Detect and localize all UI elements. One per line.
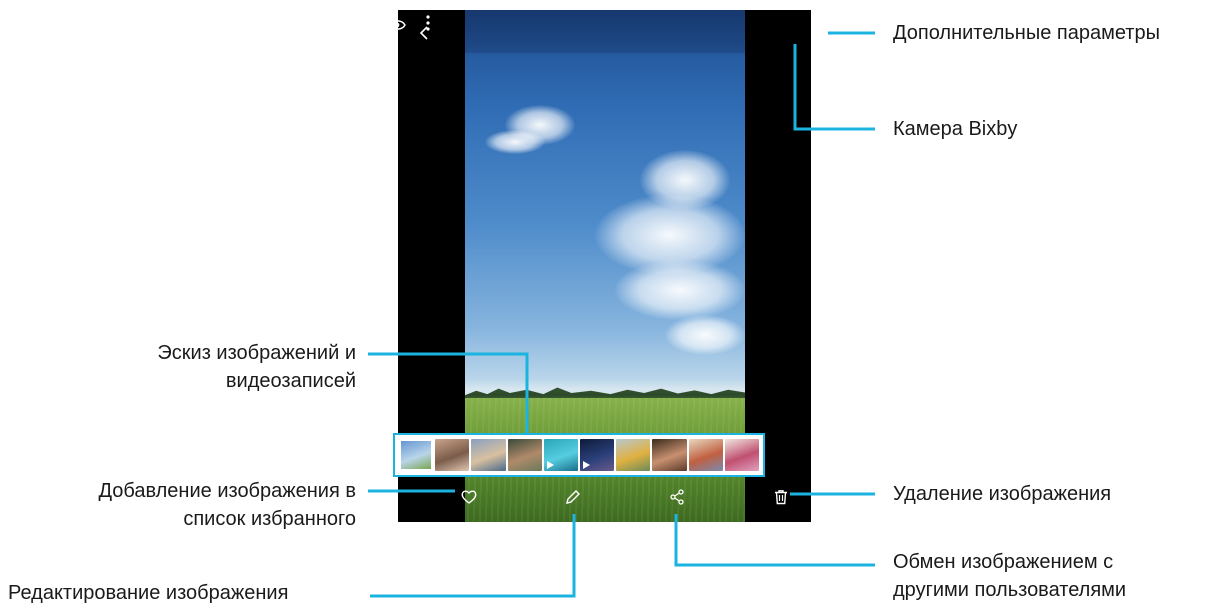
label-favorite-line1: Добавление изображения в [98, 480, 356, 502]
share-icon [670, 489, 684, 505]
label-share-line1: Обмен изображением с [893, 551, 1114, 573]
edit-button[interactable] [564, 488, 582, 506]
bixby-camera-button[interactable] [388, 18, 406, 32]
label-favorite-line2: список избранного [183, 508, 356, 530]
image-thumbnail[interactable] [688, 439, 723, 471]
viewer-top-bar [465, 10, 745, 53]
delete-button[interactable] [772, 488, 790, 506]
video-thumbnail[interactable] [543, 439, 579, 471]
label-bixby-camera: Камера Bixby [893, 118, 1018, 140]
more-options-button[interactable] [424, 14, 432, 32]
image-thumbnail[interactable] [724, 439, 760, 471]
image-thumbnail[interactable] [507, 439, 542, 471]
share-button[interactable] [668, 488, 686, 506]
image-thumbnail[interactable] [471, 439, 506, 471]
play-icon [546, 461, 554, 469]
label-thumbnails-line2: видеозаписей [225, 370, 356, 392]
favorite-button[interactable] [460, 488, 478, 506]
label-edit: Редактирование изображения [8, 582, 289, 604]
image-thumbnail[interactable] [652, 439, 687, 471]
thumbnail-strip[interactable] [393, 433, 765, 477]
eye-icon [388, 20, 406, 30]
more-vertical-icon [426, 15, 430, 31]
label-more-options: Дополнительные параметры [893, 22, 1160, 44]
manual-illustration: Дополнительные параметры Камера Bixby Эс… [0, 0, 1230, 610]
label-delete: Удаление изображения [893, 483, 1112, 505]
trash-icon [775, 490, 787, 505]
image-thumbnail[interactable] [435, 439, 470, 471]
image-thumbnail[interactable] [399, 439, 434, 471]
play-icon [583, 461, 591, 469]
label-thumbnails-line1: Эскиз изображений и [157, 342, 356, 364]
video-thumbnail[interactable] [580, 439, 615, 471]
pencil-icon [566, 490, 580, 504]
label-share-line2: другими пользователями [893, 579, 1127, 601]
heart-icon [461, 490, 477, 504]
image-thumbnail[interactable] [616, 439, 651, 471]
